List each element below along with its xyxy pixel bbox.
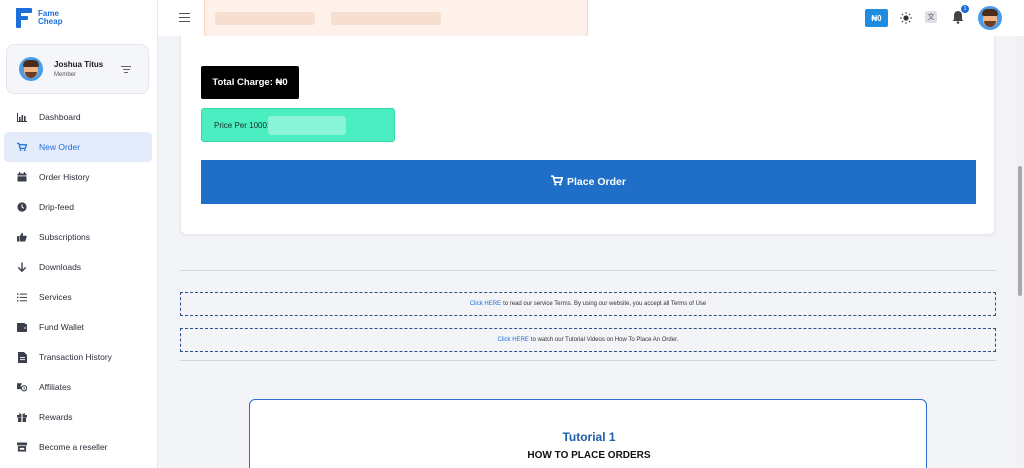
sidebar-item-rewards[interactable]: Rewards [0, 402, 158, 432]
sidebar-item-label: Rewards [39, 412, 73, 422]
tutorial-title: Tutorial 1 [562, 430, 616, 444]
terms-link[interactable]: Click HERE [470, 301, 501, 307]
sidebar-item-fund-wallet[interactable]: Fund Wallet [0, 312, 158, 342]
sidebar-item-subscriptions[interactable]: Subscriptions [0, 222, 158, 252]
tutorial-notice-text: to watch our Tutorial Videos on How To P… [530, 337, 679, 343]
price-per-1000-box: Price Per 1000: [201, 108, 395, 142]
gift-icon [17, 412, 27, 422]
new-order-card: Total Charge: ₦0 Price Per 1000: Place O… [180, 36, 995, 235]
sidebar-item-transaction-history[interactable]: Transaction History [0, 342, 158, 372]
total-charge-box: Total Charge: ₦0 [201, 66, 299, 99]
price-per-1000-value [268, 116, 346, 135]
sidebar-item-become-reseller[interactable]: Become a reseller [0, 432, 158, 462]
sidebar-item-downloads[interactable]: Downloads [0, 252, 158, 282]
receipt-icon [17, 351, 27, 363]
sidebar-nav: Dashboard New Order Order History Drip-f… [0, 102, 158, 462]
cart-icon [17, 142, 27, 152]
list-icon [17, 292, 27, 302]
sidebar-item-label: New Order [39, 142, 81, 152]
sidebar-item-dashboard[interactable]: Dashboard [0, 102, 158, 132]
profile-avatar[interactable] [978, 6, 1002, 30]
price-per-1000-label: Price Per 1000: [214, 121, 270, 130]
tutorial-card: Tutorial 1 HOW TO PLACE ORDERS [249, 399, 927, 468]
hamburger-menu-icon[interactable] [179, 13, 190, 23]
wallet-icon [17, 322, 27, 332]
tutorial-subtitle: HOW TO PLACE ORDERS [527, 450, 651, 461]
sidebar-item-label: Services [39, 292, 72, 302]
cart-icon [551, 175, 564, 189]
avatar[interactable] [19, 57, 43, 81]
store-icon [17, 442, 27, 452]
terms-notice: Click HERE to read our service Terms. By… [180, 292, 996, 316]
tutorial-videos-link[interactable]: Click HERE [498, 337, 529, 343]
calendar-icon [17, 172, 27, 182]
sidebar-item-label: Drip-feed [39, 202, 74, 212]
section-divider [180, 360, 996, 361]
sidebar-item-affiliates[interactable]: $ Affiliates [0, 372, 158, 402]
logo-text-line2: Cheap [38, 17, 63, 26]
logo-mark-icon [16, 8, 34, 28]
sidebar-item-label: Become a reseller [39, 442, 108, 452]
section-divider [180, 270, 996, 271]
sidebar: Fame Cheap Joshua Titus Member Dashboard… [0, 0, 158, 468]
sidebar-item-order-history[interactable]: Order History [0, 162, 158, 192]
arrow-down-icon [17, 262, 27, 272]
affiliates-icon: $ [17, 382, 27, 392]
place-order-label: Place Order [567, 176, 626, 188]
sidebar-item-services[interactable]: Services [0, 282, 158, 312]
brand-logo[interactable]: Fame Cheap [16, 8, 62, 28]
sidebar-item-new-order[interactable]: New Order [4, 132, 152, 162]
sidebar-item-label: Downloads [39, 262, 82, 272]
sidebar-item-label: Order History [39, 172, 90, 182]
top-bar: ₦0 文 1 [158, 0, 1024, 38]
thumbs-up-icon [17, 232, 27, 242]
sidebar-item-label: Affiliates [39, 382, 71, 392]
chart-icon [17, 112, 27, 122]
scrollbar-thumb[interactable] [1018, 166, 1022, 296]
filter-icon[interactable] [121, 66, 131, 74]
terms-notice-text: to read our service Terms. By using our … [503, 301, 707, 307]
sidebar-item-drip-feed[interactable]: Drip-feed [0, 192, 158, 222]
user-name: Joshua Titus [54, 60, 104, 69]
announcement-bar [204, 0, 588, 38]
notification-count-badge: 1 [961, 5, 969, 13]
page-scrollbar[interactable] [1016, 36, 1024, 468]
theme-toggle-icon[interactable] [900, 11, 912, 24]
user-role: Member [54, 72, 77, 78]
tutorial-notice: Click HERE to watch our Tutorial Videos … [180, 328, 996, 352]
user-card: Joshua Titus Member [6, 44, 149, 94]
wallet-balance-badge[interactable]: ₦0 [865, 9, 888, 27]
sidebar-item-label: Dashboard [39, 112, 81, 122]
sidebar-item-label: Subscriptions [39, 232, 91, 242]
language-icon[interactable]: 文 [925, 11, 937, 23]
place-order-button[interactable]: Place Order [201, 160, 976, 204]
sidebar-item-label: Fund Wallet [39, 322, 85, 332]
logo-text: Fame Cheap [38, 10, 62, 26]
sidebar-item-label: Transaction History [39, 352, 112, 362]
clock-icon [17, 202, 27, 212]
